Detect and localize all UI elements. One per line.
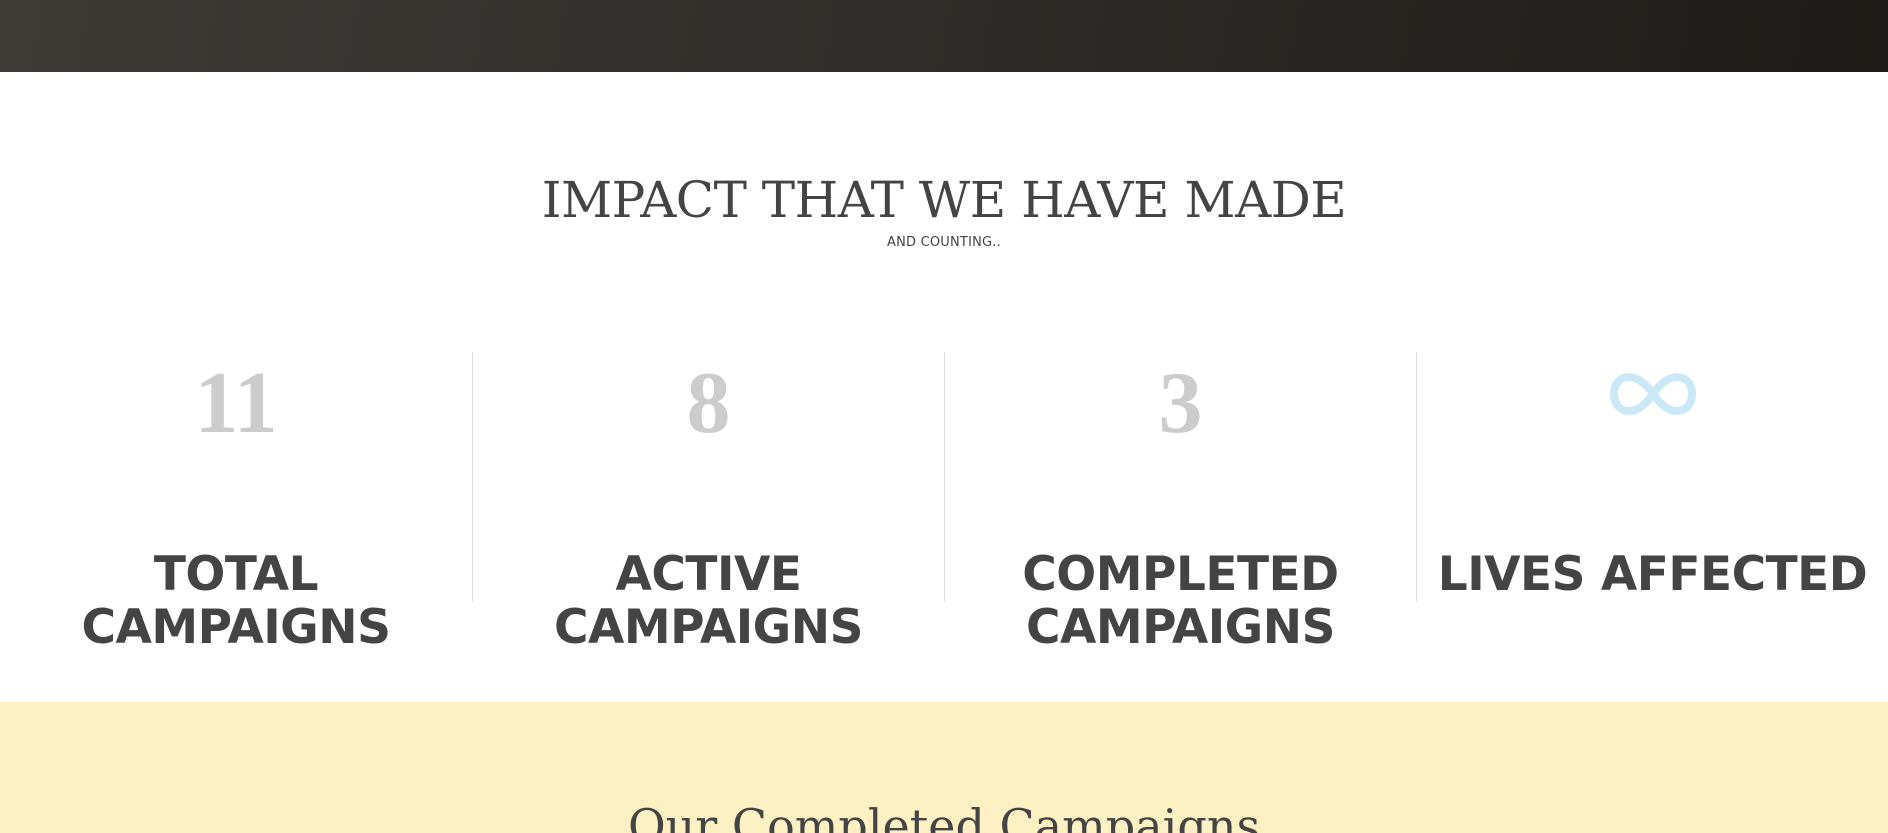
impact-subtitle: AND COUNTING.. <box>887 235 1001 250</box>
completed-campaigns-section: Our Completed Campaigns <box>0 702 1888 833</box>
stat-label-line: CAMPAIGNS <box>554 600 863 655</box>
stat-label-line: CAMPAIGNS <box>81 600 391 655</box>
stat-value: 3 <box>1158 355 1203 452</box>
stat-value: 11 <box>194 355 278 452</box>
stat-label: ACTIVE CAMPAIGNS <box>473 548 944 654</box>
stat-label: TOTAL CAMPAIGNS <box>0 548 472 654</box>
impact-title: IMPACT THAT WE HAVE MADE <box>541 171 1347 229</box>
stat-total-campaigns: 11 TOTAL CAMPAIGNS <box>0 352 472 654</box>
page: IMPACT THAT WE HAVE MADE AND COUNTING.. … <box>0 0 1888 833</box>
completed-campaigns-title: Our Completed Campaigns <box>627 799 1261 833</box>
stat-label-line: LIVES AFFECTED <box>1437 547 1868 602</box>
stat-label-line: COMPLETED <box>1022 547 1339 602</box>
stat-completed-campaigns: 3 COMPLETED CAMPAIGNS <box>944 352 1416 654</box>
stat-active-campaigns: 8 ACTIVE CAMPAIGNS <box>472 352 944 654</box>
stat-label-line: CAMPAIGNS <box>1026 600 1335 655</box>
stat-lives-affected: LIVES AFFECTED <box>1416 352 1888 602</box>
stat-label-line: TOTAL <box>153 547 319 602</box>
header-bar <box>0 0 1888 72</box>
stat-label: LIVES AFFECTED <box>1417 548 1888 601</box>
stat-value: 8 <box>686 355 731 452</box>
stat-label: COMPLETED CAMPAIGNS <box>945 548 1416 654</box>
stats-row: 11 TOTAL CAMPAIGNS 8 ACTIVE CAMPAIGNS 3 … <box>0 352 1888 654</box>
infinity-icon <box>1417 370 1888 418</box>
stat-label-line: ACTIVE <box>615 547 802 602</box>
impact-section: IMPACT THAT WE HAVE MADE AND COUNTING.. … <box>0 72 1888 702</box>
